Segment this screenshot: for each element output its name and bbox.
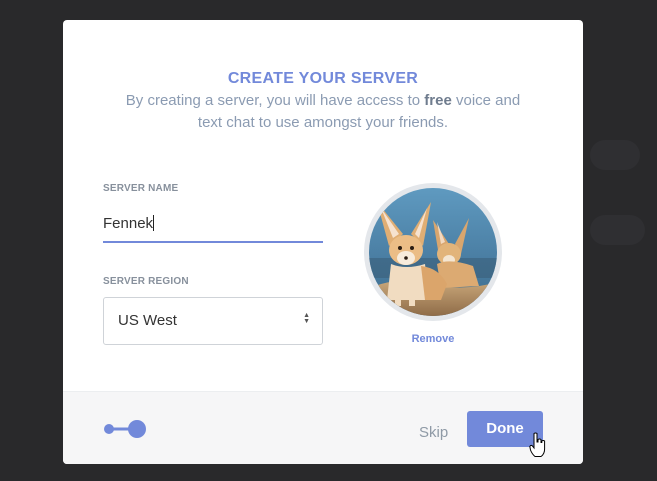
- blurred-background-element: [590, 140, 640, 170]
- blurred-background-element: [590, 215, 645, 245]
- server-icon-image: [369, 188, 497, 316]
- progress-step-2-dot: [128, 420, 146, 438]
- text-caret: [153, 215, 155, 231]
- server-name-label: SERVER NAME: [103, 183, 179, 194]
- server-region-label: SERVER REGION: [103, 276, 189, 287]
- dialog-title: CREATE YOUR SERVER: [227, 70, 419, 87]
- skip-button[interactable]: Skip: [419, 424, 448, 441]
- fennec-fox-photo: [369, 188, 497, 316]
- remove-icon-link[interactable]: Remove: [364, 333, 502, 345]
- server-name-input[interactable]: Fennek: [103, 211, 323, 243]
- server-icon-upload[interactable]: [364, 183, 502, 321]
- server-name-value: Fennek: [103, 215, 154, 232]
- dialog-footer: Skip Done: [63, 391, 583, 464]
- dialog-subtitle: By creating a server, you will have acce…: [123, 90, 523, 134]
- server-region-value: US West: [118, 312, 177, 329]
- step-progress-indicator: [104, 420, 146, 438]
- subtitle-text-bold: free: [424, 92, 452, 109]
- create-server-dialog: CREATE YOUR SERVER By creating a server,…: [63, 20, 583, 464]
- server-region-select[interactable]: US West ▲ ▼: [103, 297, 323, 345]
- select-arrows-icon: ▲ ▼: [303, 312, 310, 325]
- hand-cursor-icon: [529, 432, 546, 457]
- subtitle-text-start: By creating a server, you will have acce…: [125, 92, 425, 109]
